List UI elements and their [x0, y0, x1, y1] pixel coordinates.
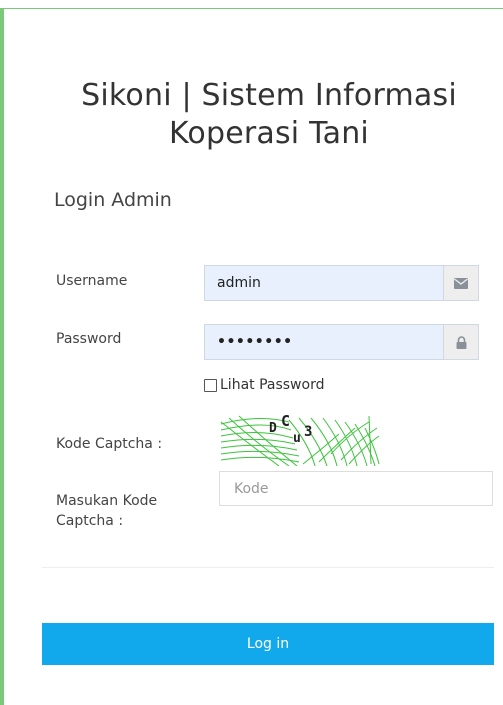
divider	[42, 567, 494, 568]
username-label: Username	[56, 273, 128, 289]
svg-text:C: C	[281, 414, 290, 430]
password-input[interactable]: ••••••••	[204, 324, 443, 360]
show-password-row: Lihat Password	[204, 377, 324, 393]
captcha-label: Kode Captcha :	[56, 436, 163, 452]
page-title-line-1: Sikoni | Sistem Informasi	[81, 78, 457, 113]
captcha-input[interactable]: Kode	[219, 471, 493, 506]
page-title-line-2: Koperasi Tani	[169, 116, 369, 151]
login-button[interactable]: Log in	[42, 623, 494, 665]
envelope-icon	[443, 265, 479, 301]
svg-text:u: u	[293, 431, 301, 446]
password-input-group: ••••••••	[204, 324, 479, 360]
username-input-group: admin	[204, 265, 479, 301]
svg-text:D: D	[269, 421, 277, 436]
page-title: Sikoni | Sistem Informasi Koperasi Tani	[44, 77, 494, 153]
show-password-checkbox[interactable]	[204, 378, 217, 392]
password-label: Password	[56, 331, 122, 347]
lock-icon	[443, 324, 479, 360]
login-card: Sikoni | Sistem Informasi Koperasi Tani …	[0, 8, 503, 705]
captcha-input-label: Masukan Kode Captcha :	[56, 493, 158, 529]
show-password-label[interactable]: Lihat Password	[220, 377, 324, 393]
svg-text:3: 3	[304, 424, 312, 440]
form-heading: Login Admin	[54, 189, 172, 211]
captcha-image: D C u 3	[219, 412, 381, 467]
username-input[interactable]: admin	[204, 265, 443, 301]
